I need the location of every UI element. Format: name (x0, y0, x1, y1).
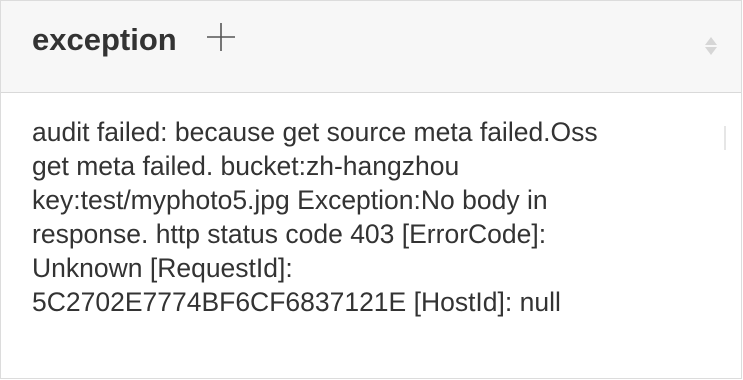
column-title: exception (32, 22, 177, 57)
exception-column-panel: exception audit failed: because get sour… (0, 0, 742, 379)
sort-diamond-icon[interactable] (704, 34, 718, 58)
plus-icon[interactable] (203, 19, 239, 55)
column-header: exception (1, 1, 741, 93)
scrollbar-hint (724, 126, 726, 150)
exception-message: audit failed: because get source meta fa… (32, 117, 598, 317)
